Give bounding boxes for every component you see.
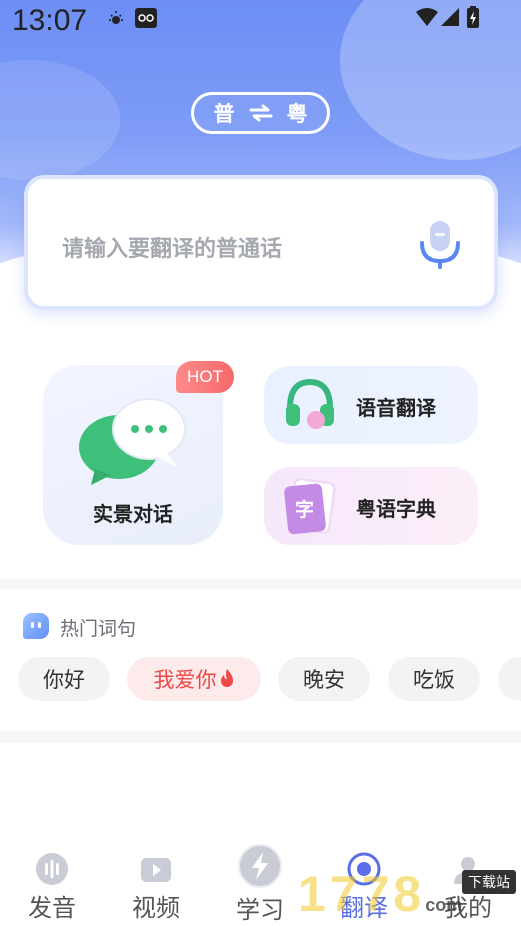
hot-phrases-title: 热门词句 <box>60 618 137 640</box>
nav-pronounce[interactable]: 发音 <box>17 852 87 923</box>
nav-video-label: 视频 <box>132 894 180 922</box>
phrase-chip[interactable]: 你好 <box>18 657 110 701</box>
nav-learn[interactable]: 学习 <box>225 844 295 925</box>
translate-input-placeholder[interactable]: 请输入要翻译的普通话 <box>62 231 282 263</box>
dict-book-glyph: 字 <box>295 499 315 521</box>
nav-pronounce-label: 发音 <box>28 894 76 922</box>
watermark-badge: 下载站 <box>462 870 516 894</box>
cantonese-dict-label: 粤语字典 <box>356 497 436 521</box>
nav-learn-label: 学习 <box>236 896 284 924</box>
lightning-icon <box>238 844 282 888</box>
scene-dialog-label: 实景对话 <box>93 502 173 526</box>
brightness-icon <box>109 11 123 24</box>
nav-video[interactable]: 视频 <box>121 852 191 923</box>
lang-from: 普 <box>213 102 235 126</box>
phrase-chip[interactable]: 晚安 <box>278 657 370 701</box>
phrase-chip-label: 我爱你 <box>153 668 217 692</box>
lang-to: 粤 <box>286 102 308 126</box>
battery-icon <box>467 6 479 28</box>
wifi-icon <box>416 8 438 26</box>
voice-translate-card[interactable]: 语音翻译 <box>264 366 478 444</box>
signal-icon <box>441 8 459 26</box>
status-bar: 13:07 <box>0 0 521 44</box>
translate-input-card[interactable]: 请输入要翻译的普通话 <box>24 175 498 310</box>
section-divider <box>0 578 521 590</box>
phrase-chip-label: 吃饭 <box>413 668 455 692</box>
language-switch[interactable]: 普 粤 <box>191 92 330 134</box>
headphones-icon <box>286 378 334 429</box>
phrase-chip-hot[interactable]: 我爱你 <box>127 657 261 701</box>
section-divider <box>0 731 521 743</box>
chat-bubbles-icon <box>79 398 186 485</box>
video-icon <box>141 858 171 882</box>
phrase-chip[interactable]: 吃饭 <box>388 657 480 701</box>
microphone-icon[interactable] <box>418 219 462 269</box>
phrase-chip-label: 你好 <box>43 668 85 692</box>
app-notification-icon <box>135 8 157 28</box>
flame-icon <box>220 669 233 687</box>
watermark-domain: com <box>425 895 463 915</box>
swap-arrows-icon <box>249 104 272 122</box>
hot-badge: HOT <box>176 361 234 393</box>
cantonese-dict-card[interactable]: 字 粤语字典 <box>264 467 478 545</box>
watermark-text: 1778 <box>298 866 426 922</box>
voice-translate-label: 语音翻译 <box>356 396 436 420</box>
phrase-chip-partial[interactable] <box>498 657 521 701</box>
sound-wave-icon <box>36 853 68 885</box>
hot-phrases-icon <box>23 613 49 639</box>
status-time: 13:07 <box>12 4 88 37</box>
phrase-chip-label: 晚安 <box>303 668 345 692</box>
